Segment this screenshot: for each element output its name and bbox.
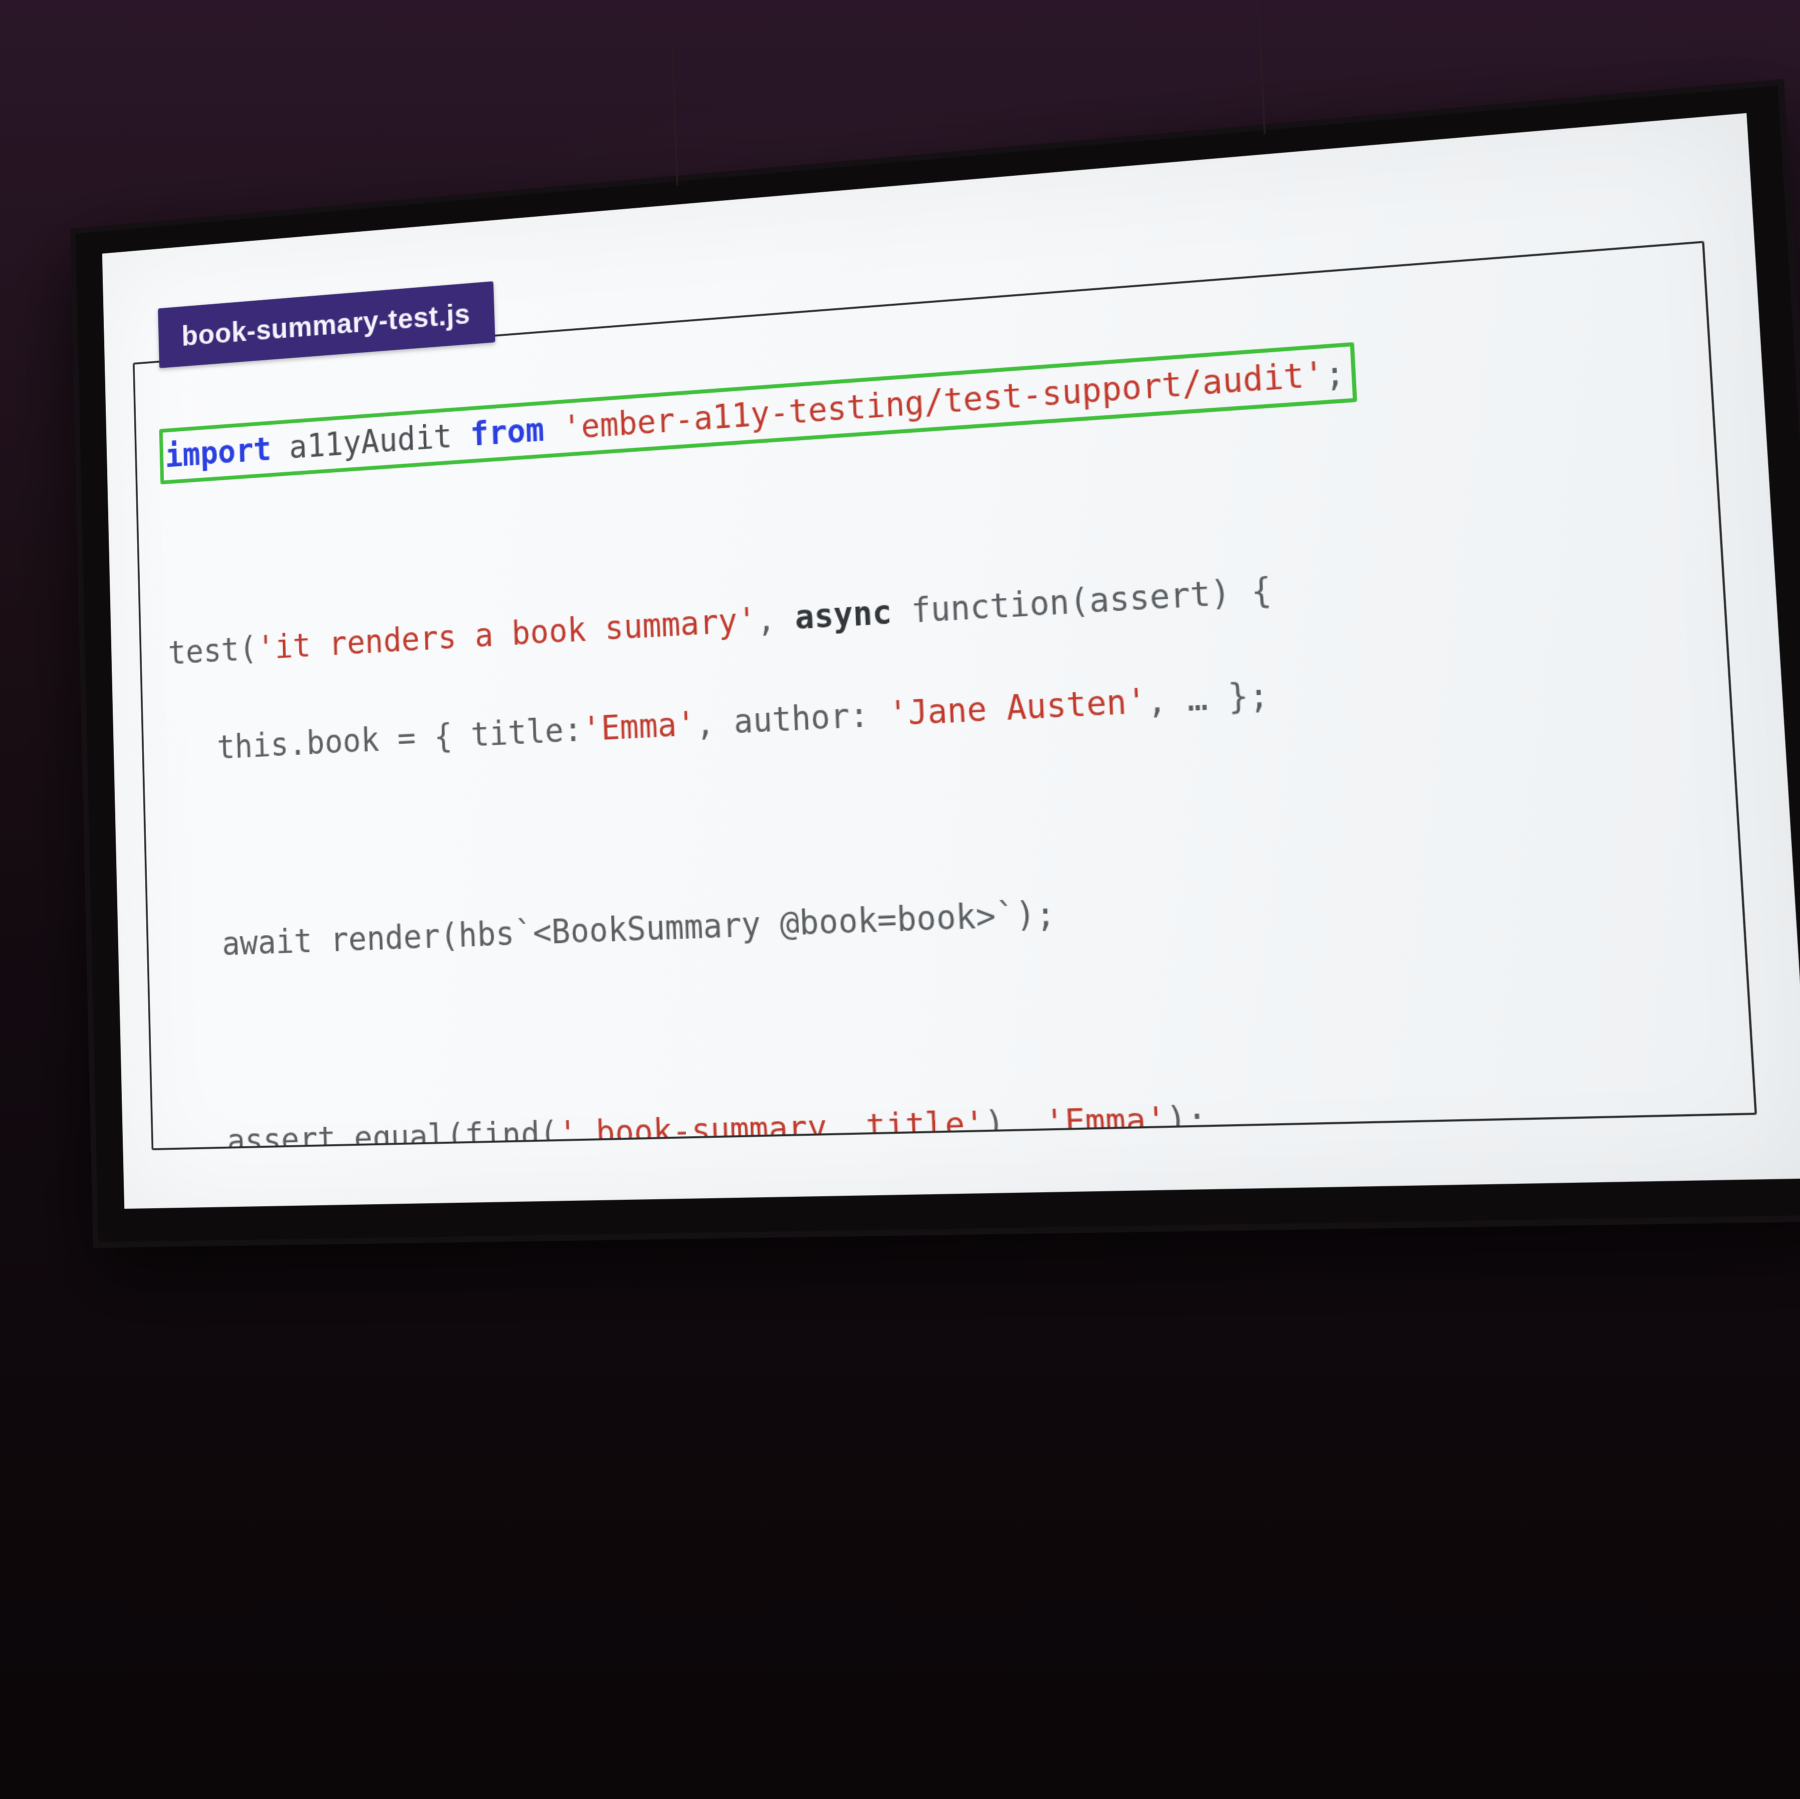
keyword-import: import bbox=[165, 431, 272, 475]
semicolon: ; bbox=[1323, 353, 1346, 394]
string-literal: 'Emma' bbox=[582, 705, 697, 749]
string-literal: 'Jane Austen' bbox=[888, 681, 1148, 733]
code-line-render: await render(hbs`<BookSummary @book=book… bbox=[175, 862, 1717, 970]
string-literal: 'ember-a11y-testing/test-support/audit' bbox=[562, 355, 1326, 447]
projector-screen: book-summary-test.js import a11yAudit fr… bbox=[70, 79, 1800, 1248]
code-line-assert-1: assert.equal(find('.book-summary .title'… bbox=[180, 1080, 1730, 1150]
string-literal: 'Emma' bbox=[1044, 1100, 1167, 1143]
highlight-import: import a11yAudit from 'ember-a11y-testin… bbox=[159, 342, 1357, 484]
code-text: assert.equal(find( bbox=[227, 1115, 559, 1151]
code-text: test( bbox=[168, 629, 258, 671]
keyword-await: await bbox=[222, 922, 313, 963]
code-text: render(hbs`<BookSummary @book=book>`); bbox=[312, 893, 1057, 959]
code-text: function(assert) { bbox=[891, 570, 1273, 631]
keyword-async: async bbox=[794, 592, 892, 636]
comma: , bbox=[756, 598, 796, 639]
keyword-from: from bbox=[470, 411, 545, 454]
code-block: import a11yAudit from 'ember-a11y-testin… bbox=[133, 241, 1757, 1150]
code-text: , author: bbox=[695, 695, 889, 743]
slide-surface: book-summary-test.js import a11yAudit fr… bbox=[102, 113, 1800, 1209]
blank-line bbox=[172, 754, 1709, 872]
code-text: , … }; bbox=[1146, 675, 1270, 721]
code-text: ), bbox=[984, 1103, 1046, 1144]
blank-line bbox=[177, 971, 1723, 1068]
code-text: this.book = { title: bbox=[217, 710, 583, 766]
code-line-book-assign: this.book = { title:'Emma', author: 'Jan… bbox=[170, 646, 1703, 774]
identifier: a11yAudit bbox=[289, 418, 453, 467]
code-text: ); bbox=[1165, 1099, 1208, 1140]
string-literal: 'it renders a book summary' bbox=[256, 600, 757, 666]
filename-text: book-summary-test.js bbox=[181, 298, 470, 352]
string-literal: '.book-summary .title' bbox=[558, 1104, 986, 1150]
